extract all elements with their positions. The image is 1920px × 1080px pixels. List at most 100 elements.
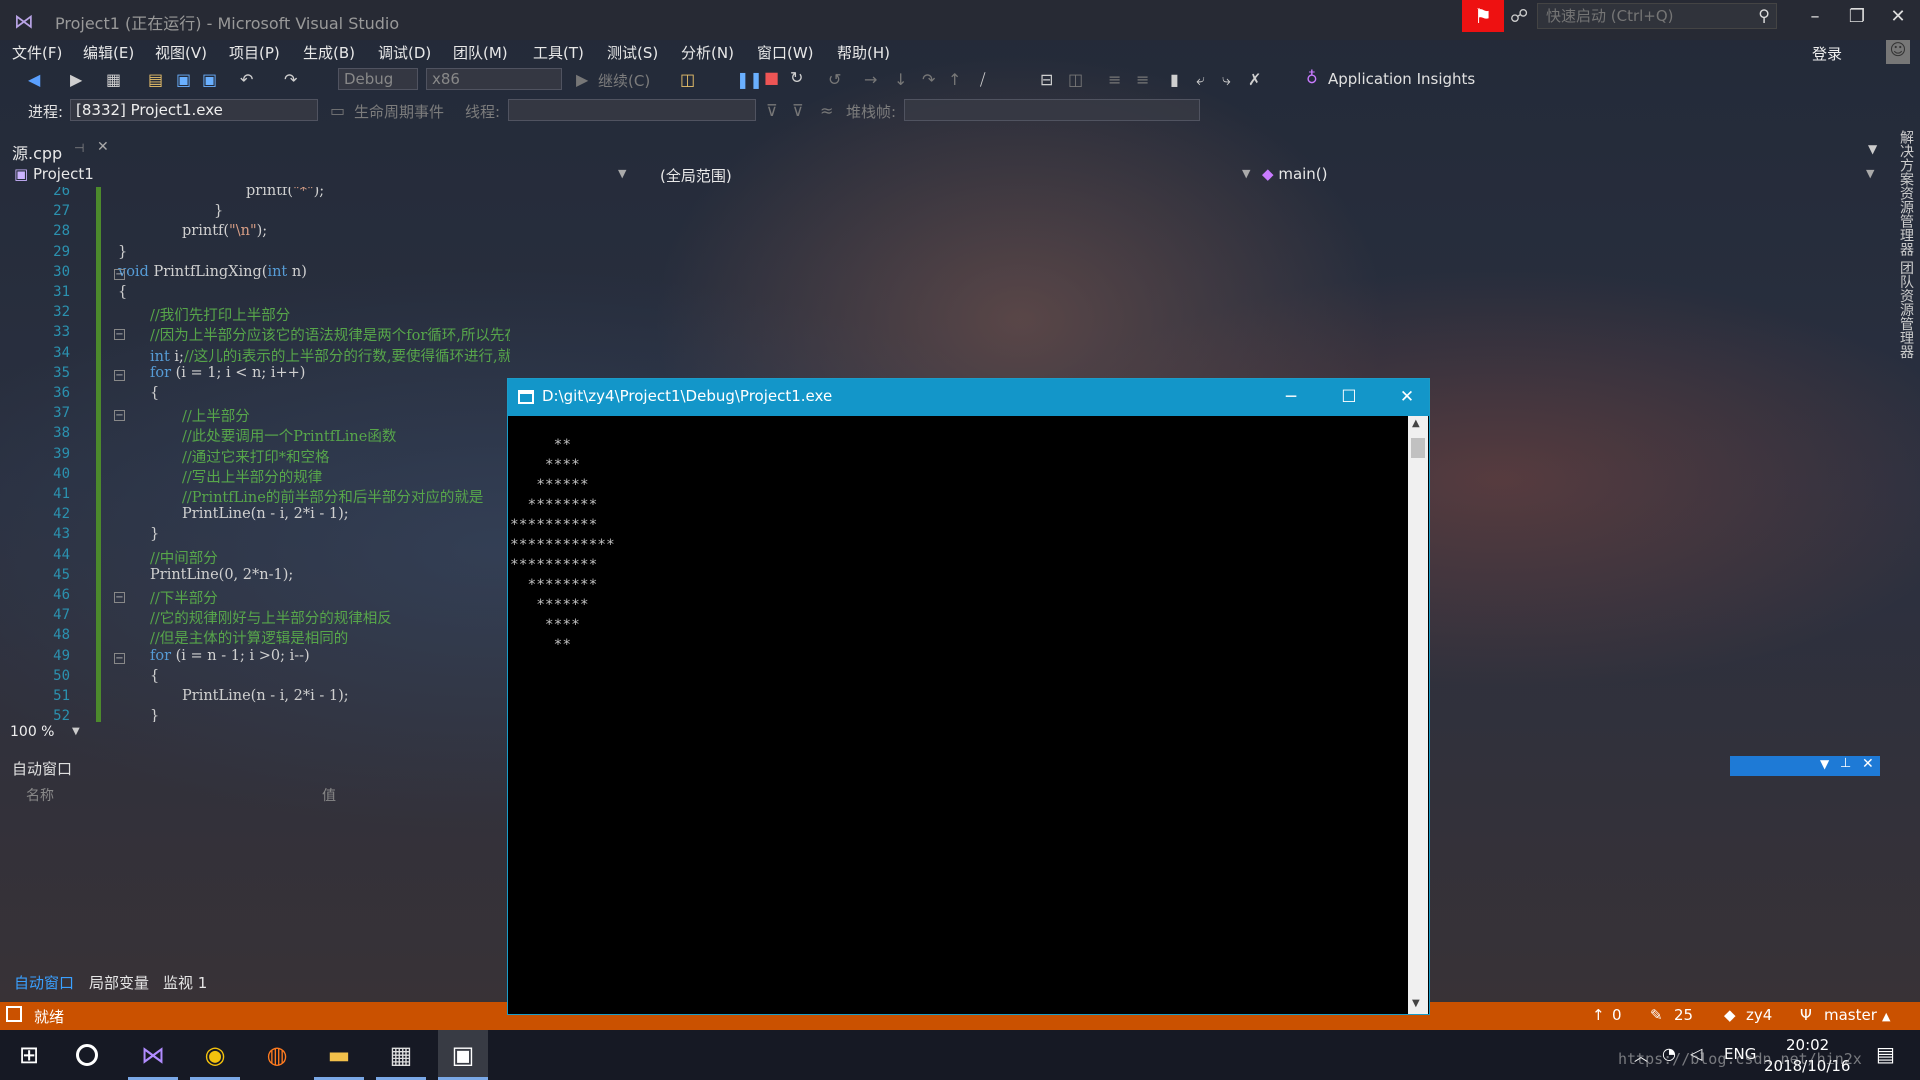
maximize-icon[interactable]: ☐	[1326, 382, 1372, 412]
pin-icon[interactable]: ⊥	[1840, 756, 1851, 771]
lifecycle-events-label[interactable]: 生命周期事件	[354, 101, 444, 122]
code-line[interactable]: //此处要调用一个PrintfLine函数	[182, 425, 396, 446]
save-icon[interactable]: ▣	[176, 70, 191, 89]
code-line[interactable]: {	[118, 284, 127, 300]
console-title-bar[interactable]: D:\git\zy4\Project1\Debug\Project1.exe ─…	[508, 379, 1429, 416]
output-panel-header[interactable]: ▼ ⊥ ✕	[1730, 756, 1880, 776]
undo-icon[interactable]: ↶	[240, 70, 253, 89]
menu-help[interactable]: 帮助(H)	[837, 42, 890, 63]
filter-icon[interactable]: ⊽	[766, 101, 778, 120]
new-project-icon[interactable]: ▦	[106, 70, 121, 89]
app-taskbar-icon[interactable]: ▦	[376, 1030, 426, 1080]
thread-dropdown[interactable]	[508, 99, 756, 121]
chrome-taskbar-icon[interactable]: ◉	[190, 1030, 240, 1080]
locals-icon[interactable]: ⊟	[1040, 70, 1053, 89]
collapse-outline-icon[interactable]: −	[114, 592, 125, 603]
menu-analyze[interactable]: 分析(N)	[681, 42, 734, 63]
code-line[interactable]: PrintLine(0, 2*n-1);	[150, 567, 293, 583]
push-count-icon[interactable]: ↑	[1592, 1006, 1605, 1024]
tab-source-cpp[interactable]: 源.cpp ⊣ ✕	[0, 137, 115, 163]
prev-bookmark-icon[interactable]: ⤶	[1196, 70, 1205, 90]
save-all-icon[interactable]: ▣	[202, 70, 217, 89]
console-taskbar-icon[interactable]: ▣	[438, 1030, 488, 1080]
collapse-outline-icon[interactable]: −	[114, 410, 125, 422]
code-line[interactable]: //它的规律刚好与上半部分的规律相反	[150, 607, 392, 628]
process-icon[interactable]: ◫	[680, 70, 695, 89]
close-icon[interactable]: ✕	[1384, 382, 1430, 412]
show-next-statement-icon[interactable]: →	[864, 70, 877, 89]
code-line[interactable]: PrintLine(n - i, 2*i - 1);	[182, 688, 349, 704]
step-over-icon[interactable]: ↷	[922, 70, 935, 89]
code-line[interactable]: PrintLine(n - i, 2*i - 1);	[182, 506, 349, 522]
repo-name[interactable]: zy4	[1746, 1006, 1772, 1024]
code-line[interactable]: printf("*");	[246, 187, 324, 199]
firefox-taskbar-icon[interactable]: ◍	[252, 1030, 302, 1080]
windows-start-icon[interactable]: ⊞	[4, 1030, 54, 1080]
tab-autos[interactable]: 自动窗口	[14, 972, 74, 993]
menu-build[interactable]: 生成(B)	[303, 42, 355, 63]
menu-file[interactable]: 文件(F)	[12, 42, 62, 63]
member-dropdown[interactable]: ◆ main() ▼	[1262, 165, 1880, 187]
code-line[interactable]: //PrintfLine的前半部分和后半部分对应的就是	[182, 486, 483, 507]
step-out-icon[interactable]: ↑	[948, 70, 961, 89]
tab-locals[interactable]: 局部变量	[89, 972, 149, 993]
menu-debug[interactable]: 调试(D)	[378, 42, 431, 63]
process-dropdown[interactable]: [8332] Project1.exe	[70, 99, 318, 121]
app-insights-icon[interactable]: ♁	[1306, 68, 1318, 87]
bookmark-icon[interactable]: ▮	[1170, 70, 1179, 89]
code-line[interactable]: }	[118, 244, 127, 260]
code-line[interactable]: //通过它来打印*和空格	[182, 446, 330, 467]
tab-overflow-icon[interactable]: ▼	[1868, 142, 1877, 156]
chevron-up-icon[interactable]: ▲	[1882, 1010, 1890, 1023]
open-file-icon[interactable]: ▤	[148, 70, 163, 89]
app-insights-label[interactable]: Application Insights	[1328, 70, 1475, 88]
code-line[interactable]: {	[150, 668, 159, 684]
clear-bookmarks-icon[interactable]: ✗	[1248, 70, 1261, 89]
restore-icon[interactable]: ❐	[1839, 6, 1875, 30]
platform-dropdown[interactable]: x86	[426, 68, 562, 90]
code-line[interactable]: //因为上半部分应该它的语法规律是两个for循环,所以先在这个函数中创建一个fo…	[150, 324, 510, 345]
code-line[interactable]: }	[214, 203, 223, 219]
restart-icon[interactable]: ↻	[790, 68, 803, 87]
break-all-icon[interactable]: ❚❚	[736, 70, 763, 89]
lifecycle-icon[interactable]: ▭	[330, 101, 345, 120]
repo-icon[interactable]: ◆	[1724, 1006, 1736, 1024]
continue-icon[interactable]: ▶	[576, 70, 588, 89]
code-editor[interactable]: 26 27 28 29 30 31 32 33 34 35 36 37 38 39 40 41 42 43 44 45…	[10, 187, 510, 722]
indent-icon[interactable]: ≡	[1108, 70, 1121, 89]
code-line[interactable]: }	[150, 526, 159, 542]
code-line[interactable]: void PrintfLingXing(int n)	[118, 264, 307, 280]
tab-close-icon[interactable]: ✕	[97, 139, 109, 155]
continue-label[interactable]: 继续(C)	[598, 70, 650, 91]
project-dropdown[interactable]: ▣ Project1 ▼	[14, 165, 632, 187]
pin-icon[interactable]: ⊣	[74, 141, 84, 155]
code-line[interactable]: //上半部分	[182, 405, 250, 426]
action-center-icon[interactable]: ▤	[1876, 1042, 1895, 1066]
hot-reload-icon[interactable]: ↺	[828, 70, 841, 89]
forward-icon[interactable]: ▶	[70, 70, 82, 89]
code-line[interactable]: //下半部分	[150, 587, 218, 608]
stack-frame-dropdown[interactable]	[904, 99, 1200, 121]
minimize-icon[interactable]: ─	[1268, 382, 1314, 412]
zoom-dropdown[interactable]: 100 % ▼	[10, 724, 88, 744]
code-line[interactable]: for (i = n - 1; i >0; i--)	[150, 648, 310, 664]
code-line[interactable]: int i;//这儿的i表示的上半部分的行数,要使得循环进行,就必须知道行数与菱…	[150, 345, 510, 366]
show-threads-icon[interactable]: ≈	[820, 101, 833, 120]
changes-count[interactable]: 25	[1674, 1006, 1693, 1024]
column-value-header[interactable]: 值	[322, 785, 336, 805]
menu-team[interactable]: 团队(M)	[453, 42, 508, 63]
chevron-down-icon[interactable]: ▼	[1820, 757, 1829, 771]
collapse-outline-icon[interactable]: −	[114, 369, 125, 381]
quick-launch-input[interactable]	[1538, 4, 1743, 28]
stop-debugging-icon[interactable]: ■	[764, 68, 779, 87]
feedback-icon[interactable]: ☍	[1510, 6, 1528, 27]
thread-icon[interactable]: ⧸	[980, 70, 985, 90]
console-body[interactable]: ** **** ****** ******** ********** *****…	[508, 416, 1408, 1014]
account-icon[interactable]: ☺	[1886, 40, 1910, 64]
menu-edit[interactable]: 编辑(E)	[83, 42, 134, 63]
scroll-down-icon[interactable]: ▼	[1412, 998, 1420, 1009]
push-count[interactable]: 0	[1612, 1006, 1622, 1024]
menu-window[interactable]: 窗口(W)	[757, 42, 814, 63]
column-name-header[interactable]: 名称	[26, 785, 54, 805]
menu-test[interactable]: 测试(S)	[607, 42, 658, 63]
